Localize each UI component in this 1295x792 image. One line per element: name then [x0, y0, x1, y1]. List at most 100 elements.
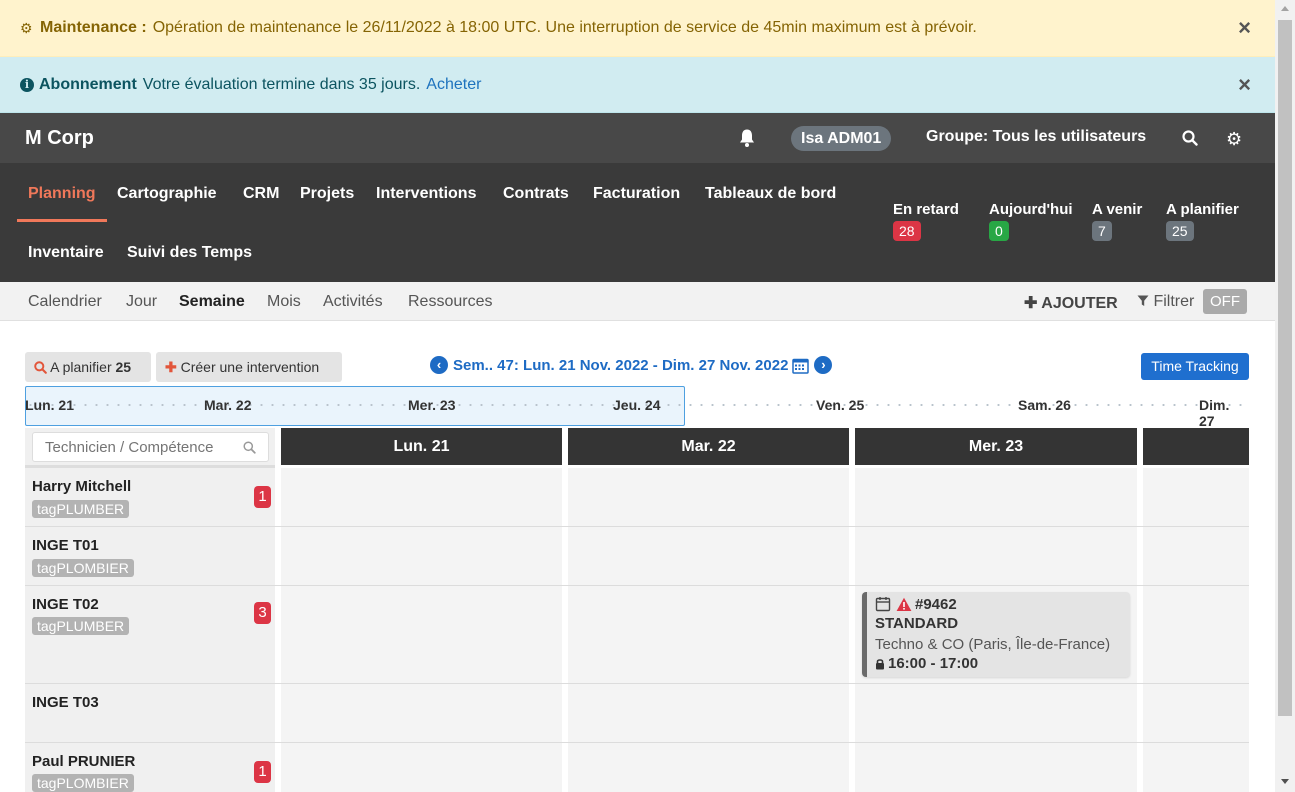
week-label[interactable]: Sem.. 47: Lun. 21 Nov. 2022 - Dim. 27 No…	[453, 357, 788, 374]
sub-nav: Calendrier Jour Semaine Mois Activités R…	[0, 282, 1275, 321]
filter-toggle[interactable]: OFF	[1203, 289, 1247, 314]
day-cell[interactable]	[1143, 468, 1249, 526]
intervention-number: #9462	[915, 595, 957, 613]
group-selector[interactable]: Groupe: Tous les utilisateurs	[926, 128, 1146, 146]
scrollbar-thumb[interactable]	[1278, 20, 1292, 716]
day-cell[interactable]	[855, 743, 1137, 792]
strip-day-sun: Dim. 27	[1199, 397, 1230, 429]
vertical-scrollbar[interactable]	[1275, 0, 1295, 792]
subnav-semaine[interactable]: Semaine	[179, 293, 245, 311]
plus-icon: ✚	[165, 359, 177, 375]
day-cell[interactable]	[1143, 743, 1249, 792]
week-navigator: ‹ Sem.. 47: Lun. 21 Nov. 2022 - Dim. 27 …	[430, 356, 833, 374]
search-icon	[243, 441, 256, 454]
day-cell[interactable]	[568, 586, 849, 683]
add-button[interactable]: ✚ AJOUTER	[1024, 293, 1118, 313]
technician-search-input[interactable]	[33, 433, 233, 461]
day-cell[interactable]	[568, 684, 849, 742]
nav-interventions[interactable]: Interventions	[376, 185, 476, 203]
intervention-card[interactable]: #9462 STANDARD Techno & CO (Paris, Île-d…	[862, 592, 1130, 677]
filter-label: Filtrer	[1153, 293, 1195, 310]
subscription-title: Abonnement	[39, 75, 137, 93]
unplanned-count-badge[interactable]: 3	[254, 602, 271, 624]
gear-icon[interactable]: ⚙	[1226, 129, 1242, 150]
scroll-down-icon[interactable]	[1281, 779, 1289, 784]
day-header-wed: Mer. 23	[855, 428, 1137, 465]
nav-cartographie[interactable]: Cartographie	[117, 185, 217, 203]
technician-name[interactable]: INGE T03	[32, 694, 99, 711]
nav-suivi-des-temps[interactable]: Suivi des Temps	[127, 244, 252, 262]
selected-range[interactable]	[25, 386, 685, 426]
day-cell[interactable]	[281, 684, 562, 742]
table-row: Paul PRUNIER tagPLOMBIER 1	[25, 743, 1249, 792]
subnav-calendrier[interactable]: Calendrier	[28, 293, 102, 311]
to-plan-button[interactable]: A planifier 25	[25, 352, 151, 382]
unplanned-count-badge[interactable]: 1	[254, 761, 271, 783]
stat-today[interactable]: Aujourd'hui 0	[989, 201, 1073, 241]
buy-link[interactable]: Acheter	[426, 76, 481, 94]
nav-tableaux-de-bord[interactable]: Tableaux de bord	[705, 185, 836, 203]
day-cell[interactable]	[568, 468, 849, 526]
calendar-icon	[875, 597, 891, 612]
intervention-type: STANDARD	[875, 615, 959, 632]
bell-icon[interactable]	[738, 128, 756, 148]
intervention-time-label: 16:00 - 17:00	[888, 655, 979, 672]
nav-contrats[interactable]: Contrats	[503, 185, 569, 203]
day-cell[interactable]	[281, 586, 562, 683]
create-intervention-button[interactable]: ✚ Créer une intervention	[156, 352, 342, 382]
intervention-client: Techno & CO (Paris, Île-de-France)	[875, 636, 1111, 653]
nav-inventaire[interactable]: Inventaire	[28, 244, 104, 262]
time-tracking-button[interactable]: Time Tracking	[1141, 353, 1249, 380]
technician-name[interactable]: INGE T02	[32, 596, 99, 613]
strip-day-tue: Mar. 22	[204, 397, 252, 413]
table-row: Harry Mitchell tagPLUMBER 1	[25, 468, 1249, 527]
search-icon[interactable]	[1182, 130, 1198, 146]
day-cell[interactable]	[855, 468, 1137, 526]
week-day-strip[interactable]: Lun. 21 Mar. 22 Mer. 23 Jeu. 24 Ven. 25 …	[25, 386, 1249, 429]
technician-name[interactable]: Paul PRUNIER	[32, 753, 135, 770]
user-badge[interactable]: Isa ADM01	[791, 126, 892, 151]
stat-to-plan[interactable]: A planifier 25	[1166, 201, 1239, 241]
day-cell[interactable]	[568, 743, 849, 792]
stat-today-count: 0	[989, 221, 1009, 241]
day-cell[interactable]	[1143, 586, 1249, 683]
table-row: INGE T03	[25, 684, 1249, 743]
subnav-mois[interactable]: Mois	[267, 293, 301, 311]
close-icon[interactable]: ×	[1238, 15, 1251, 41]
subscription-alert: i Abonnement Votre évaluation termine da…	[0, 57, 1275, 113]
day-cell[interactable]	[281, 527, 562, 585]
previous-week-icon[interactable]: ‹	[430, 356, 448, 374]
technician-name[interactable]: Harry Mitchell	[32, 478, 131, 495]
subnav-activites[interactable]: Activités	[323, 293, 383, 311]
filter-button[interactable]: Filtrer	[1137, 293, 1194, 311]
day-cell[interactable]	[281, 743, 562, 792]
brand-name[interactable]: M Corp	[25, 127, 94, 150]
maintenance-title: Maintenance :	[40, 19, 147, 36]
page: ⚙ Maintenance : Opération de maintenance…	[0, 0, 1275, 792]
nav-planning[interactable]: Planning	[28, 185, 96, 203]
nav-crm[interactable]: CRM	[243, 185, 279, 203]
skill-tag: tagPLOMBIER	[32, 559, 134, 577]
nav-projets[interactable]: Projets	[300, 185, 354, 203]
subnav-jour[interactable]: Jour	[126, 293, 157, 311]
technician-search[interactable]	[32, 432, 269, 462]
subnav-ressources[interactable]: Ressources	[408, 293, 492, 311]
close-icon[interactable]: ×	[1238, 72, 1251, 98]
scroll-up-icon[interactable]	[1281, 6, 1289, 11]
table-row: INGE T01 tagPLOMBIER	[25, 527, 1249, 586]
day-cell[interactable]	[855, 527, 1137, 585]
day-cell[interactable]	[1143, 527, 1249, 585]
next-week-icon[interactable]: ›	[814, 356, 833, 374]
day-cell[interactable]	[281, 468, 562, 526]
technician-name[interactable]: INGE T01	[32, 537, 99, 554]
unplanned-count-badge[interactable]: 1	[254, 486, 271, 508]
day-cell[interactable]	[568, 527, 849, 585]
day-cell[interactable]	[1143, 684, 1249, 742]
stat-late[interactable]: En retard 28	[893, 201, 959, 241]
day-cell[interactable]	[855, 684, 1137, 742]
warning-icon	[896, 597, 912, 611]
stat-upcoming[interactable]: A venir 7	[1092, 201, 1142, 241]
nav-facturation[interactable]: Facturation	[593, 185, 680, 203]
skill-tag: tagPLUMBER	[32, 617, 130, 635]
calendar-icon[interactable]	[792, 357, 810, 374]
